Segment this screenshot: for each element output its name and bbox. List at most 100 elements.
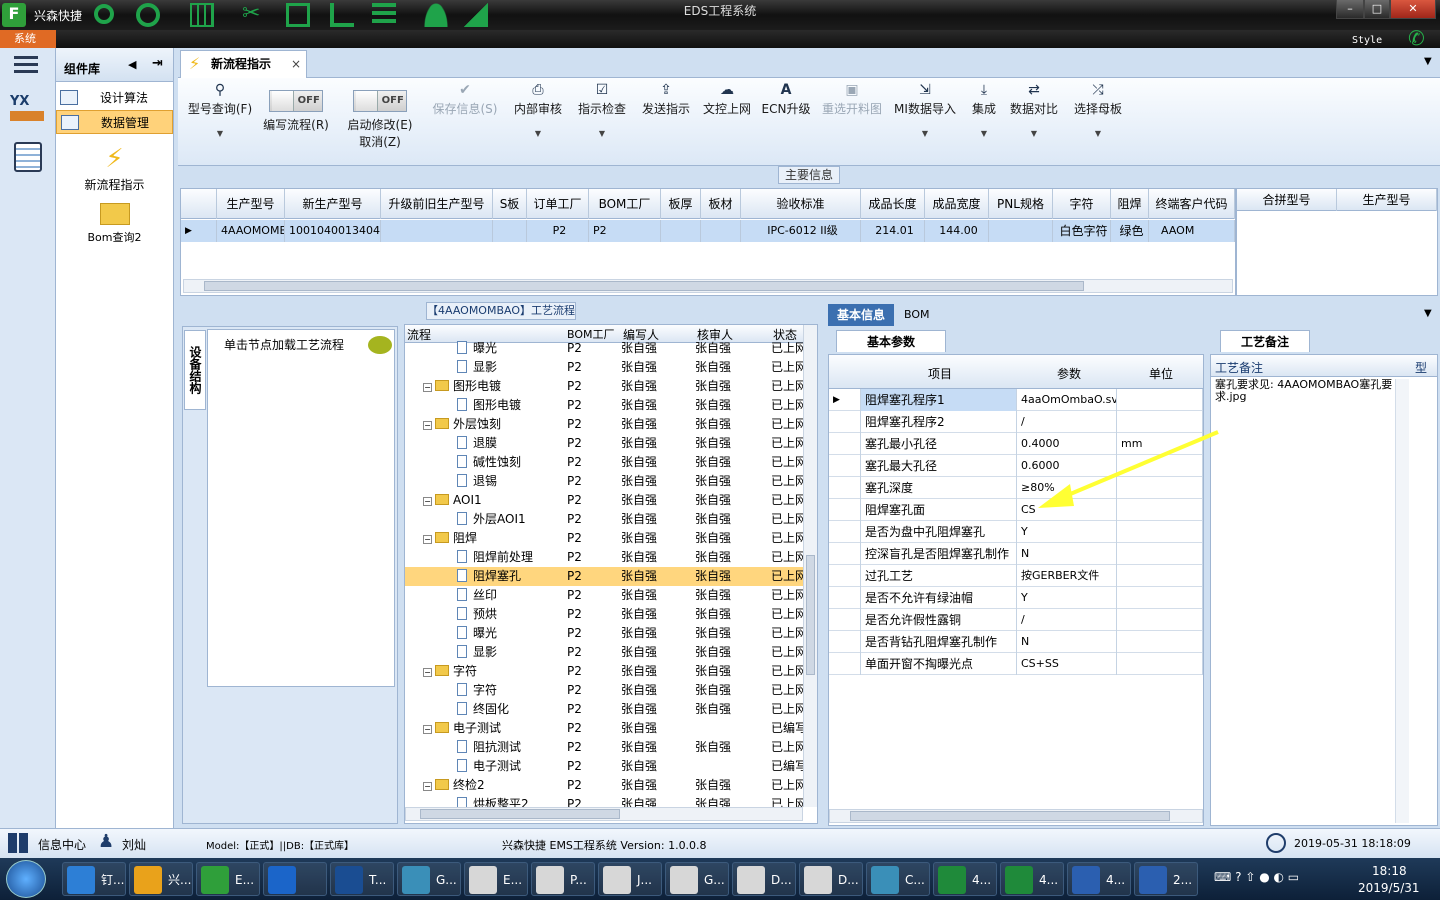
tree-node[interactable]: 显影 P2 张自强 张自强 已上网	[405, 358, 809, 377]
bom-query-button[interactable]: Bom查询2	[56, 203, 173, 245]
horizontal-scrollbar[interactable]	[405, 807, 803, 821]
table-row[interactable]: ▶阻焊塞孔程序14aaOmOmbaO.svia	[829, 389, 1203, 411]
tray-icons[interactable]: ⌨ ? ⇧ ● ◐ ▭	[1214, 870, 1299, 884]
clock-time[interactable]: 18:18	[1372, 864, 1407, 878]
tree-node[interactable]: 退锡 P2 张自强 张自强 已上网	[405, 472, 809, 491]
horizontal-scrollbar[interactable]	[829, 809, 1203, 823]
taskbar-item[interactable]: C...	[866, 862, 930, 896]
param-value[interactable]: /	[1017, 609, 1117, 631]
menu-hamburger-icon[interactable]	[14, 56, 38, 74]
info-center-link[interactable]: 信息中心	[38, 836, 86, 853]
collapse-icon[interactable]: −	[423, 497, 432, 506]
system-menu[interactable]: 系统	[0, 30, 56, 48]
internal-review-button[interactable]: ⎙ 内部审核 ▼	[508, 82, 568, 138]
toggle-switch[interactable]: OFF	[269, 90, 323, 112]
dropdown-arrow-icon[interactable]: ▼	[964, 129, 1004, 138]
new-process-button[interactable]: ⚡ 新流程指示	[56, 144, 173, 193]
collapse-icon[interactable]: −	[423, 668, 432, 677]
yx-factory-icon[interactable]: YX	[10, 94, 44, 126]
param-value[interactable]: 按GERBER文件	[1017, 565, 1117, 587]
table-cell[interactable]	[381, 220, 493, 242]
tree-node[interactable]: 碱性蚀刻 P2 张自强 张自强 已上网	[405, 453, 809, 472]
tab-process-remarks[interactable]: 工艺备注	[1220, 330, 1310, 352]
column-header[interactable]: 参数	[1019, 365, 1119, 382]
horizontal-scrollbar[interactable]	[183, 279, 1233, 293]
column-header[interactable]: 生产型号	[217, 189, 285, 219]
phone-icon[interactable]: ✆	[1408, 26, 1425, 50]
taskbar-item[interactable]: P...	[531, 862, 595, 896]
clock-date[interactable]: 2019/5/31	[1358, 881, 1420, 895]
column-header[interactable]: 阻焊	[1111, 189, 1149, 219]
table-cell[interactable]	[661, 220, 701, 242]
column-header[interactable]: S板	[493, 189, 527, 219]
collapse-icon[interactable]: −	[423, 782, 432, 791]
param-unit[interactable]	[1117, 631, 1203, 653]
taskbar-item[interactable]: D...	[799, 862, 863, 896]
table-cell[interactable]	[701, 220, 741, 242]
close-button[interactable]: ✕	[1390, 0, 1436, 19]
table-cell[interactable]	[989, 220, 1053, 242]
tree-node[interactable]: − 外层蚀刻 P2 张自强 张自强 已上网	[405, 415, 809, 434]
taskbar-item[interactable]: G...	[397, 862, 461, 896]
param-item[interactable]: 塞孔最小孔径	[861, 433, 1017, 455]
param-item[interactable]: 阻焊塞孔面	[861, 499, 1017, 521]
taskbar-item[interactable]: D...	[732, 862, 796, 896]
table-cell[interactable]: P2	[527, 220, 589, 242]
table-cell[interactable]: 144.00	[925, 220, 989, 242]
table-row[interactable]: 单面开窗不掏曝光点 CS+SS	[829, 653, 1203, 675]
tab-bom[interactable]: BOM	[904, 308, 930, 321]
column-header[interactable]: 验收标准	[741, 189, 861, 219]
column-header[interactable]: 成品长度	[861, 189, 925, 219]
table-row[interactable]: ▶ 4AAOMOMBAO 10010400134041 P2 P2 IPC-60…	[181, 220, 1235, 242]
param-item[interactable]: 单面开窗不掏曝光点	[861, 653, 1017, 675]
publish-online-button[interactable]: ☁ 文控上网	[700, 82, 754, 117]
column-header[interactable]: BOM工厂	[589, 189, 661, 219]
param-item[interactable]: 控深盲孔是否阻焊塞孔制作	[861, 543, 1017, 565]
table-cell[interactable]: 绿色	[1111, 220, 1149, 242]
taskbar-item[interactable]: 4...	[1000, 862, 1064, 896]
close-tab-icon[interactable]: ×	[291, 51, 301, 77]
param-unit[interactable]	[1117, 389, 1203, 411]
param-value[interactable]: N	[1017, 543, 1117, 565]
select-master-board-button[interactable]: ⤮ 选择母板 ▼	[1070, 82, 1126, 138]
param-value[interactable]: Y	[1017, 521, 1117, 543]
table-cell[interactable]: 214.01	[861, 220, 925, 242]
tree-node[interactable]: − 终检2 P2 张自强 张自强 已上网	[405, 776, 809, 795]
tree-node[interactable]: 阻焊塞孔 P2 张自强 张自强 已上网	[405, 567, 809, 586]
start-button[interactable]	[6, 860, 46, 898]
integrate-button[interactable]: ⤓ 集成 ▼	[964, 82, 1004, 138]
style-menu[interactable]: Style	[1352, 35, 1382, 46]
param-value[interactable]: 4aaOmOmbaO.svia	[1017, 389, 1117, 411]
column-header[interactable]: 新生产型号	[285, 189, 381, 219]
tab-basic-info[interactable]: 基本信息	[828, 304, 894, 326]
collapse-icon[interactable]: −	[423, 725, 432, 734]
param-unit[interactable]	[1117, 565, 1203, 587]
table-row[interactable]: 是否允许假性露铜 /	[829, 609, 1203, 631]
tree-node[interactable]: 预烘 P2 张自强 张自强 已上网	[405, 605, 809, 624]
column-header[interactable]: 型	[1415, 359, 1427, 376]
collapse-icon[interactable]: −	[423, 535, 432, 544]
nav-item-design-algorithm[interactable]: 设计算法	[56, 86, 173, 110]
table-cell[interactable]: P2	[589, 220, 661, 242]
column-header[interactable]: 升级前旧生产型号	[381, 189, 493, 219]
param-value[interactable]: N	[1017, 631, 1117, 653]
tree-node[interactable]: − 阻焊 P2 张自强 张自强 已上网	[405, 529, 809, 548]
tree-node[interactable]: 退膜 P2 张自强 张自强 已上网	[405, 434, 809, 453]
taskbar-item[interactable]: 4...	[933, 862, 997, 896]
taskbar-item[interactable]: 2...	[1134, 862, 1198, 896]
table-cell[interactable]: 4AAOMOMBAO	[217, 220, 285, 242]
column-header[interactable]: 生产型号	[1337, 189, 1437, 211]
tree-node[interactable]: 字符 P2 张自强 张自强 已上网	[405, 681, 809, 700]
table-cell[interactable]: AAOM	[1149, 220, 1235, 242]
detail-menu-chevron-icon[interactable]: ▼	[1424, 308, 1432, 319]
tree-node[interactable]: 电子测试 P2 张自强 已编写	[405, 757, 809, 776]
tree-node[interactable]: 曝光 P2 张自强 张自强 已上网	[405, 339, 809, 358]
column-header[interactable]: 合拼型号	[1237, 189, 1337, 211]
param-value[interactable]: Y	[1017, 587, 1117, 609]
param-item[interactable]: 阻焊塞孔程序2	[861, 411, 1017, 433]
maximize-button[interactable]: □	[1364, 0, 1390, 19]
column-header[interactable]: 订单工厂	[527, 189, 589, 219]
start-edit-toggle[interactable]: OFF 启动修改(E) 取消(Z)	[344, 82, 416, 150]
tree-node[interactable]: 丝印 P2 张自强 张自强 已上网	[405, 586, 809, 605]
column-header[interactable]: 板厚	[661, 189, 701, 219]
